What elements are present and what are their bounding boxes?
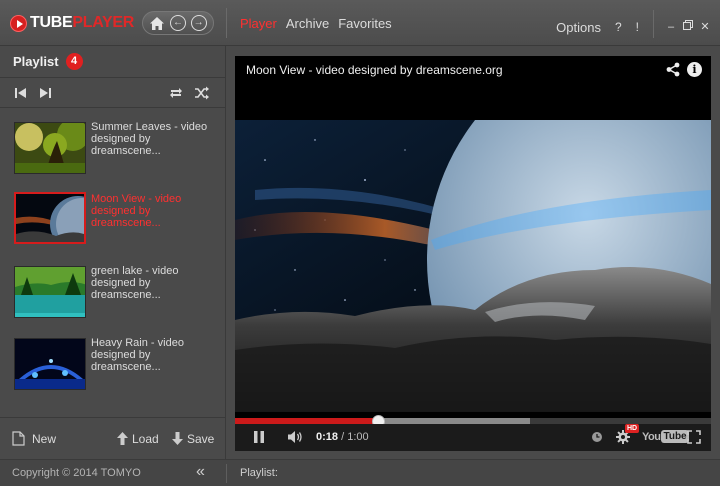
- watch-later-icon[interactable]: [591, 431, 603, 446]
- upload-arrow-icon: [117, 432, 128, 445]
- playlist-panel: Playlist 4 Summer Leaves - video designe…: [0, 46, 226, 459]
- skip-previous-icon[interactable]: [13, 85, 29, 101]
- save-playlist-button[interactable]: Save: [171, 431, 214, 446]
- playlist-title: Playlist: [13, 54, 59, 69]
- options-menu[interactable]: Options: [556, 20, 601, 35]
- navigation-pill: ← →: [142, 11, 214, 35]
- skip-next-icon[interactable]: [37, 85, 53, 101]
- youtube-logo-tube: Tube: [661, 430, 689, 443]
- save-label: Save: [187, 431, 215, 446]
- playlist-item-title: Summer Leaves - video designed by dreams…: [91, 121, 208, 157]
- video-player[interactable]: Moon View - video designed by dreamscene…: [235, 56, 711, 451]
- volume-icon[interactable]: [287, 430, 305, 447]
- video-title: Moon View - video designed by dreamscene…: [246, 63, 503, 77]
- time-display: 0:18 / 1:00: [316, 431, 369, 443]
- new-document-icon: [12, 431, 25, 446]
- current-time: 0:18: [316, 431, 339, 443]
- playlist-item-heavy-rain[interactable]: Heavy Rain - video designed by dreamscen…: [0, 337, 226, 410]
- status-playlist-label: Playlist:: [240, 467, 278, 479]
- hd-badge: HD: [625, 424, 640, 433]
- video-thumbnail: [14, 266, 86, 318]
- divider: [226, 464, 227, 483]
- tab-favorites[interactable]: Favorites: [338, 16, 391, 31]
- fullscreen-icon[interactable]: [687, 430, 701, 447]
- close-icon[interactable]: ✕: [698, 20, 712, 34]
- repeat-icon[interactable]: [168, 85, 184, 101]
- tab-archive[interactable]: Archive: [286, 16, 329, 31]
- pause-icon[interactable]: [253, 430, 265, 447]
- alert-button[interactable]: !: [636, 20, 639, 34]
- new-label: New: [32, 431, 57, 446]
- youtube-logo[interactable]: You Tube: [642, 430, 689, 443]
- time-separator: /: [338, 431, 348, 443]
- collapse-sidebar-icon[interactable]: «: [196, 463, 205, 481]
- playlist-footer: New Load Save: [0, 417, 226, 459]
- playlist-item-moon-view[interactable]: Moon View - video designed by dreamscene…: [0, 192, 226, 266]
- video-thumbnail: [14, 122, 86, 174]
- playlist-controls: [0, 78, 225, 108]
- copyright-text: Copyright © 2014 TOMYO: [12, 467, 141, 479]
- video-frame: [235, 120, 711, 412]
- new-playlist-button[interactable]: New: [12, 431, 56, 446]
- playlist-header: Playlist 4: [0, 46, 225, 78]
- status-bar: Copyright © 2014 TOMYO « Playlist:: [0, 459, 720, 486]
- minimize-icon[interactable]: –: [664, 20, 678, 34]
- playlist-item-title: Heavy Rain - video designed by dreamscen…: [91, 337, 184, 373]
- back-icon[interactable]: ←: [169, 14, 187, 32]
- playlist-count-badge: 4: [65, 53, 83, 70]
- tab-player[interactable]: Player: [240, 16, 277, 31]
- share-icon[interactable]: [666, 62, 680, 80]
- logo-text-player: PLAYER: [72, 14, 134, 31]
- title-bar: TUBE PLAYER ← → Player Archive Favorites…: [0, 0, 720, 46]
- youtube-logo-you: You: [642, 430, 661, 443]
- main-tabs: Player Archive Favorites: [240, 16, 401, 31]
- playlist-item-title: green lake - video designed by dreamscen…: [91, 265, 179, 301]
- logo-text-tube: TUBE: [30, 14, 73, 31]
- duration: 1:00: [347, 431, 369, 443]
- app-logo: TUBE PLAYER: [10, 14, 134, 32]
- home-icon[interactable]: [148, 14, 166, 32]
- maximize-icon[interactable]: [681, 20, 695, 34]
- player-controls: 0:18 / 1:00 HD You Tube: [235, 424, 711, 451]
- forward-icon[interactable]: →: [190, 14, 208, 32]
- help-button[interactable]: ?: [615, 20, 622, 34]
- shuffle-icon[interactable]: [194, 85, 210, 101]
- playlist-item-title: Moon View - video designed by dreamscene…: [91, 193, 182, 229]
- video-thumbnail: [14, 192, 86, 244]
- info-icon[interactable]: i: [687, 62, 702, 77]
- playlist-item-green-lake[interactable]: green lake - video designed by dreamscen…: [0, 265, 226, 338]
- download-arrow-icon: [172, 432, 183, 445]
- video-thumbnail: [14, 338, 86, 390]
- divider: [226, 8, 227, 38]
- divider: [653, 10, 654, 38]
- top-right-menu: Options ? ! – ✕: [556, 10, 720, 38]
- load-playlist-button[interactable]: Load: [116, 431, 159, 446]
- load-label: Load: [132, 431, 159, 446]
- play-logo-icon: [10, 14, 27, 32]
- playlist-item-summer-leaves[interactable]: Summer Leaves - video designed by dreams…: [0, 121, 226, 194]
